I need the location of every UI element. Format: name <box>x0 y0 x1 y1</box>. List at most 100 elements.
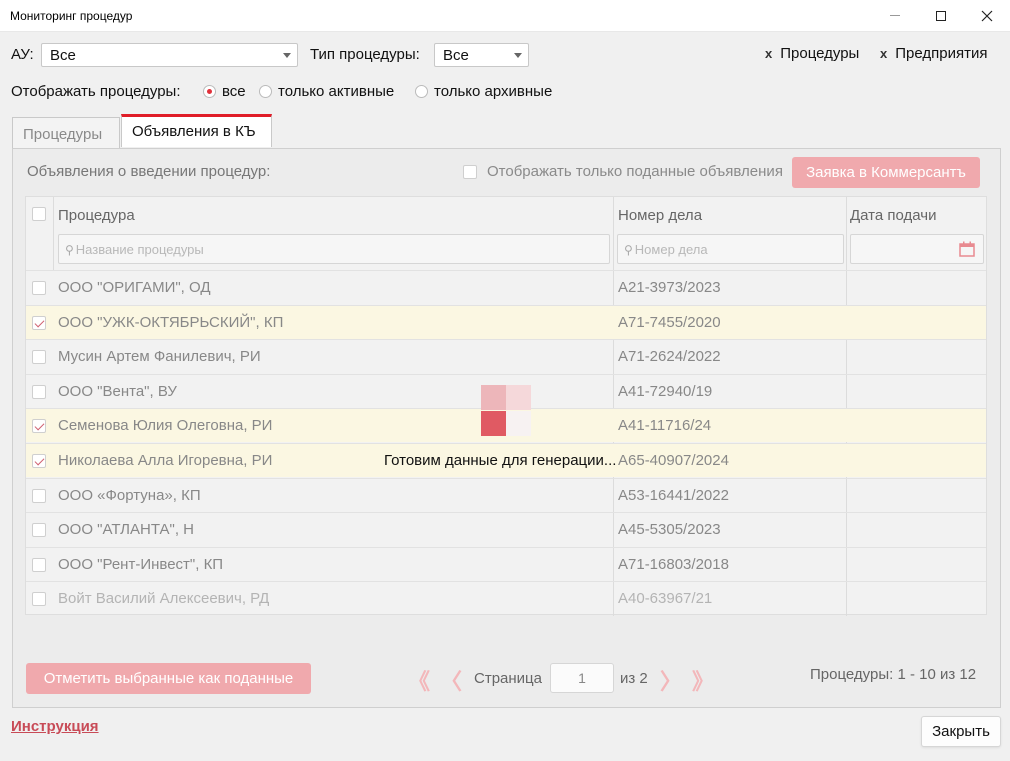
procedure-name-cell: Войт Василий Алексеевич, РД <box>58 590 270 608</box>
calendar-icon[interactable] <box>959 241 975 257</box>
title-bar: Мониторинг процедур <box>0 0 1010 32</box>
procedures-link-label: Процедуры <box>780 45 860 62</box>
case-number-cell: А40-63967/21 <box>618 590 713 608</box>
procedure-name-cell: ООО «Фортуна», КП <box>58 486 201 504</box>
radio-all-label: все <box>222 83 246 100</box>
last-page-icon[interactable]: 》 <box>692 664 714 696</box>
table-row[interactable]: ООО "АТЛАНТА", Н А45-5305/2023 <box>26 512 986 546</box>
search-icon: ⚲ <box>624 243 633 257</box>
procedure-type-select[interactable]: Все <box>434 43 529 67</box>
table-row[interactable]: Мусин Артем Фанилевич, РИ А71-2624/2022 <box>26 339 986 373</box>
case-number-cell: А53-16441/2022 <box>618 486 729 504</box>
clear-icon: x <box>880 46 888 61</box>
procedure-name-placeholder: Название процедуры <box>75 242 204 257</box>
page-total: из 2 <box>620 670 648 687</box>
au-label: АУ: <box>11 46 34 63</box>
radio-archive[interactable]: только архивные <box>415 83 552 100</box>
submit-date-filter[interactable] <box>850 234 984 264</box>
case-number-cell: А21-3973/2023 <box>618 279 721 296</box>
close-window-button[interactable] <box>964 0 1010 31</box>
radio-active-label: только активные <box>278 83 395 100</box>
page-number-input[interactable]: 1 <box>550 663 614 693</box>
row-checkbox[interactable] <box>32 592 46 607</box>
window-title: Мониторинг процедур <box>10 9 133 23</box>
procedures-filter-link[interactable]: x Процедуры <box>765 45 859 62</box>
loading-spinner-icon <box>481 385 531 436</box>
case-number-cell: А41-72940/19 <box>618 382 713 400</box>
minimize-button[interactable] <box>872 0 918 31</box>
procedure-name-cell: ООО "ОРИГАМИ", ОД <box>58 279 211 296</box>
row-checkbox[interactable] <box>32 350 46 365</box>
procedure-type-value: Все <box>443 47 469 64</box>
column-divider <box>53 197 54 270</box>
next-page-icon[interactable]: 〉 <box>660 664 682 696</box>
row-checkbox[interactable] <box>32 488 46 503</box>
minimize-icon <box>890 15 900 16</box>
page-label: Страница <box>474 670 542 687</box>
maximize-icon <box>936 10 946 21</box>
panel-heading: Объявления о введении процедур: <box>27 163 271 180</box>
row-checkbox[interactable] <box>32 419 46 434</box>
maximize-button[interactable] <box>918 0 964 31</box>
close-icon <box>981 10 993 21</box>
row-checkbox[interactable] <box>32 281 46 295</box>
case-number-cell: А41-11716/24 <box>618 417 712 435</box>
au-select-value: Все <box>50 47 76 64</box>
table-row[interactable]: ООО "УЖК-ОКТЯБРЬСКИЙ", КП А71-7455/2020 <box>26 304 986 339</box>
chevron-down-icon <box>514 53 522 58</box>
select-all-checkbox[interactable] <box>32 207 46 221</box>
display-label: Отображать процедуры: <box>11 83 181 100</box>
tab-procedures[interactable]: Процедуры <box>12 117 120 149</box>
tab-kommersant-announcements[interactable]: Объявления в КЪ <box>121 114 272 147</box>
enterprises-filter-link[interactable]: x Предприятия <box>880 45 987 62</box>
case-number-cell: А71-7455/2020 <box>618 313 721 331</box>
first-page-icon[interactable]: 《 <box>408 664 430 696</box>
mark-as-sent-button[interactable]: Отметить выбранные как поданные <box>26 663 311 694</box>
procedure-name-cell: Мусин Артем Фанилевич, РИ <box>58 348 261 366</box>
close-button[interactable]: Закрыть <box>921 716 1001 747</box>
procedure-name-cell: ООО "Вента", ВУ <box>58 382 177 400</box>
loading-text: Готовим данные для генерации... <box>384 452 617 469</box>
instruction-link[interactable]: Инструкция <box>11 718 99 735</box>
radio-dot-icon <box>415 85 428 98</box>
procedure-name-cell: Николаева Алла Игоревна, РИ <box>58 452 273 469</box>
clear-icon: x <box>765 46 773 61</box>
records-count: Процедуры: 1 - 10 из 12 <box>810 666 977 683</box>
case-number-cell: А71-2624/2022 <box>618 348 721 366</box>
case-number-placeholder: Номер дела <box>634 242 708 257</box>
chevron-down-icon <box>283 53 291 58</box>
procedure-name-cell: ООО "АТЛАНТА", Н <box>58 521 195 539</box>
procedure-type-label: Тип процедуры: <box>310 46 420 63</box>
procedure-name-cell: ООО "УЖК-ОКТЯБРЬСКИЙ", КП <box>58 313 284 331</box>
column-header-procedure[interactable]: Процедура <box>58 207 135 224</box>
table-row[interactable]: ООО "Рент-Инвест", КП А71-16803/2018 <box>26 546 986 581</box>
tab-announcements-label: Объявления в КЪ <box>132 123 256 140</box>
table-row[interactable]: Войт Василий Алексеевич, РД А40-63967/21 <box>26 581 986 615</box>
procedure-name-cell: ООО "Рент-Инвест", КП <box>58 555 224 573</box>
radio-dot-icon <box>259 85 272 98</box>
row-checkbox[interactable] <box>32 557 46 572</box>
search-icon: ⚲ <box>65 243 74 257</box>
case-number-filter[interactable]: ⚲ Номер дела <box>617 234 844 264</box>
prev-page-icon[interactable]: 〈 <box>440 664 462 696</box>
row-checkbox[interactable] <box>32 523 46 538</box>
procedure-name-filter[interactable]: ⚲ Название процедуры <box>58 234 610 264</box>
case-number-cell: А45-5305/2023 <box>618 521 721 539</box>
radio-archive-label: только архивные <box>434 83 553 100</box>
row-checkbox[interactable] <box>32 315 46 330</box>
table-row[interactable]: ООО "ОРИГАМИ", ОД А21-3973/2023 <box>26 270 986 304</box>
case-number-cell: А71-16803/2018 <box>618 555 729 573</box>
radio-all[interactable]: все <box>203 83 246 100</box>
enterprises-link-label: Предприятия <box>895 45 988 62</box>
radio-active[interactable]: только активные <box>259 83 394 100</box>
row-checkbox[interactable] <box>32 454 46 468</box>
only-sent-label: Отображать только поданные объявления <box>487 163 783 180</box>
only-sent-checkbox[interactable]: Отображать только поданные объявления <box>463 163 783 180</box>
column-header-submit-date[interactable]: Дата подачи <box>850 207 936 224</box>
tab-procedures-label: Процедуры <box>23 126 103 143</box>
kommersant-request-button[interactable]: Заявка в Коммерсантъ <box>792 157 980 188</box>
row-checkbox[interactable] <box>32 384 46 399</box>
table-row[interactable]: ООО «Фортуна», КП А53-16441/2022 <box>26 477 986 512</box>
au-select[interactable]: Все <box>41 43 298 67</box>
column-header-case-number[interactable]: Номер дела <box>618 207 702 224</box>
